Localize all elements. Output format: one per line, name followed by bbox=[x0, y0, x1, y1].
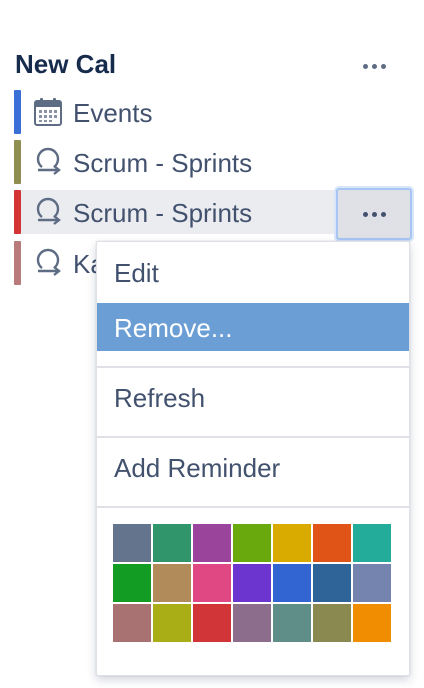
color-swatch[interactable] bbox=[313, 524, 351, 562]
color-swatch[interactable] bbox=[233, 604, 271, 642]
calendar-item-label: Scrum - Sprints bbox=[73, 198, 253, 228]
menu-item-refresh[interactable]: Refresh bbox=[97, 373, 409, 421]
calendar-item-scrum-sprints-selected[interactable]: Scrum - Sprints bbox=[14, 190, 336, 234]
color-swatch[interactable] bbox=[153, 604, 191, 642]
more-horizontal-icon[interactable] bbox=[356, 52, 392, 80]
color-stripe bbox=[14, 190, 21, 234]
color-swatch[interactable] bbox=[353, 524, 391, 562]
color-swatch[interactable] bbox=[313, 564, 351, 602]
calendar-item-label: Scrum - Sprints bbox=[73, 148, 253, 178]
menu-item-label: Remove... bbox=[114, 313, 233, 343]
sprint-cycle-icon bbox=[36, 248, 61, 276]
color-swatch[interactable] bbox=[153, 564, 191, 602]
color-swatch[interactable] bbox=[233, 564, 271, 602]
color-swatch[interactable] bbox=[273, 524, 311, 562]
sprint-cycle-icon bbox=[36, 147, 61, 175]
color-swatch[interactable] bbox=[353, 564, 391, 602]
color-swatch[interactable] bbox=[273, 604, 311, 642]
color-swatch[interactable] bbox=[153, 524, 191, 562]
menu-divider bbox=[97, 366, 409, 368]
color-swatch[interactable] bbox=[193, 604, 231, 642]
menu-divider bbox=[97, 436, 409, 438]
calendar-item-more-button[interactable] bbox=[336, 188, 412, 240]
color-swatch[interactable] bbox=[113, 524, 151, 562]
calendar-icon bbox=[34, 98, 62, 126]
calendar-title: New Cal bbox=[15, 49, 117, 79]
menu-item-label: Edit bbox=[114, 258, 159, 288]
calendar-item-scrum-sprints[interactable]: Scrum - Sprints bbox=[14, 140, 414, 184]
menu-item-add-reminder[interactable]: Add Reminder bbox=[97, 443, 409, 491]
menu-item-remove[interactable]: Remove... bbox=[97, 303, 409, 351]
color-swatch[interactable] bbox=[193, 564, 231, 602]
calendar-header: New Cal bbox=[0, 40, 424, 88]
menu-item-edit[interactable]: Edit bbox=[97, 248, 409, 296]
color-stripe bbox=[14, 90, 21, 134]
color-swatch[interactable] bbox=[193, 524, 231, 562]
color-stripe bbox=[14, 241, 21, 285]
menu-item-label: Refresh bbox=[114, 383, 206, 413]
color-picker bbox=[113, 524, 393, 644]
color-stripe bbox=[14, 140, 21, 184]
menu-item-label: Add Reminder bbox=[114, 453, 281, 483]
calendar-item-events[interactable]: Events bbox=[14, 90, 414, 134]
color-swatch[interactable] bbox=[233, 524, 271, 562]
more-horizontal-icon bbox=[338, 190, 410, 238]
color-swatch[interactable] bbox=[273, 564, 311, 602]
color-swatch[interactable] bbox=[113, 564, 151, 602]
color-swatch[interactable] bbox=[313, 604, 351, 642]
calendar-item-label: Events bbox=[73, 98, 153, 128]
calendar-options-menu: Edit Remove... Refresh Add Reminder bbox=[96, 241, 410, 676]
calendar-panel: New Cal Events Scrum - Sprints Scrum - S… bbox=[0, 0, 424, 688]
color-swatch[interactable] bbox=[113, 604, 151, 642]
menu-divider bbox=[97, 506, 409, 508]
color-swatch[interactable] bbox=[353, 604, 391, 642]
sprint-cycle-icon bbox=[36, 197, 61, 225]
